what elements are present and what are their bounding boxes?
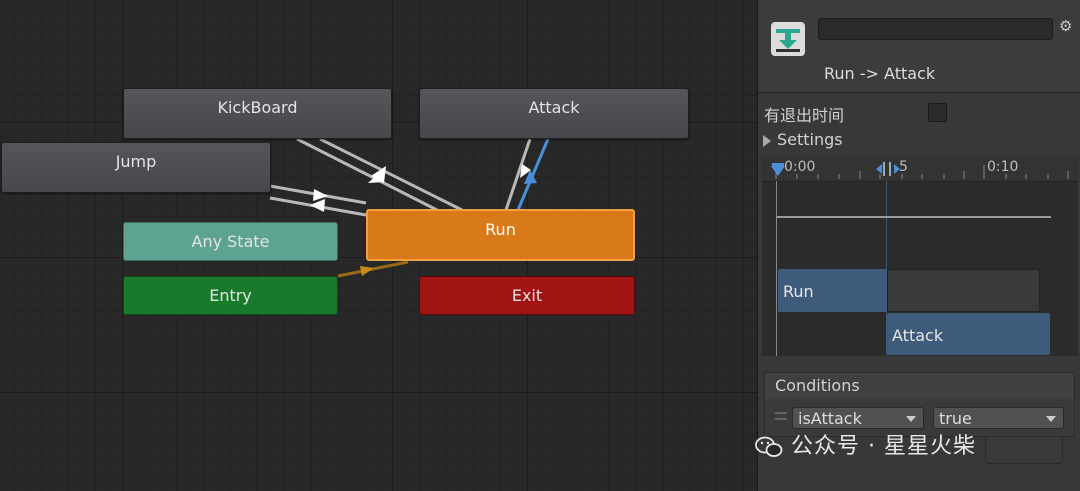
- tick-label-0: 0:00: [784, 159, 816, 175]
- attack-clip-bar[interactable]: Attack: [887, 313, 1050, 355]
- watermark: 公众号 · 星星火柴: [755, 428, 976, 460]
- condition-value-dropdown[interactable]: true: [933, 407, 1064, 429]
- state-jump[interactable]: Jump: [1, 142, 271, 193]
- start-marker-icon[interactable]: [770, 163, 786, 177]
- state-run[interactable]: Run: [366, 209, 635, 261]
- state-any-state-label: Any State: [191, 232, 270, 251]
- state-entry-label: Entry: [209, 286, 252, 305]
- settings-foldout[interactable]: Settings: [763, 130, 843, 149]
- chevron-down-icon: [906, 416, 916, 422]
- transition-attack-run[interactable]: [504, 138, 532, 211]
- transition-kickboard-run[interactable]: [296, 137, 438, 212]
- arrow-entry-run-icon: [360, 266, 374, 276]
- state-jump-label: Jump: [115, 152, 157, 171]
- run-clip-extension: [887, 269, 1040, 312]
- run-clip-bar[interactable]: Run: [778, 269, 887, 312]
- conditions-header: Conditions: [764, 372, 1075, 400]
- weight-curve: [776, 216, 1051, 218]
- transition-name-input[interactable]: [818, 18, 1053, 40]
- transition-title: Run -> Attack: [824, 64, 936, 83]
- state-attack[interactable]: Attack: [419, 88, 689, 139]
- has-exit-time-label: 有退出时间: [764, 106, 845, 125]
- transition-handles-icon[interactable]: [874, 162, 900, 176]
- condition-parameter-value: isAttack: [798, 409, 862, 428]
- transition-entry-run[interactable]: [337, 260, 409, 278]
- wechat-icon: [755, 436, 783, 457]
- condition-value-text: true: [939, 409, 972, 428]
- drag-handle-icon[interactable]: [775, 412, 787, 420]
- foldout-arrow-icon: [763, 134, 771, 147]
- state-exit[interactable]: Exit: [419, 276, 635, 315]
- state-entry[interactable]: Entry: [123, 276, 338, 315]
- transition-icon: [771, 22, 805, 56]
- inspector-panel: ⚙ Run -> Attack 有退出时间 Settings 0:00 5 0:…: [757, 0, 1080, 491]
- state-run-label: Run: [485, 220, 516, 239]
- state-any-state[interactable]: Any State: [123, 222, 338, 261]
- gear-icon[interactable]: ⚙: [1059, 18, 1075, 34]
- tick-label-5: 5: [899, 159, 908, 175]
- state-kickboard[interactable]: KickBoard: [123, 88, 392, 139]
- arrow-jump-run-icon: [313, 189, 328, 201]
- arrow-run-jump-icon: [310, 199, 325, 212]
- state-exit-label: Exit: [511, 286, 543, 305]
- condition-parameter-dropdown[interactable]: isAttack: [792, 407, 924, 429]
- start-line: [776, 181, 777, 356]
- settings-label: Settings: [777, 130, 843, 149]
- animator-graph[interactable]: KickBoard Attack Jump Run Any State Entr…: [0, 0, 757, 491]
- watermark-text: 公众号 · 星星火柴: [791, 434, 976, 459]
- has-exit-time-checkbox[interactable]: [928, 103, 947, 122]
- chevron-down-icon: [1046, 416, 1056, 422]
- state-kickboard-label: KickBoard: [217, 98, 298, 117]
- transition-timeline[interactable]: 0:00 5 0:10 Run Attack: [762, 157, 1078, 356]
- add-remove-condition-buttons[interactable]: [985, 437, 1063, 464]
- state-attack-label: Attack: [528, 98, 580, 117]
- timeline-ruler: 0:00 5 0:10: [762, 157, 1078, 182]
- tick-label-10: 0:10: [987, 159, 1019, 175]
